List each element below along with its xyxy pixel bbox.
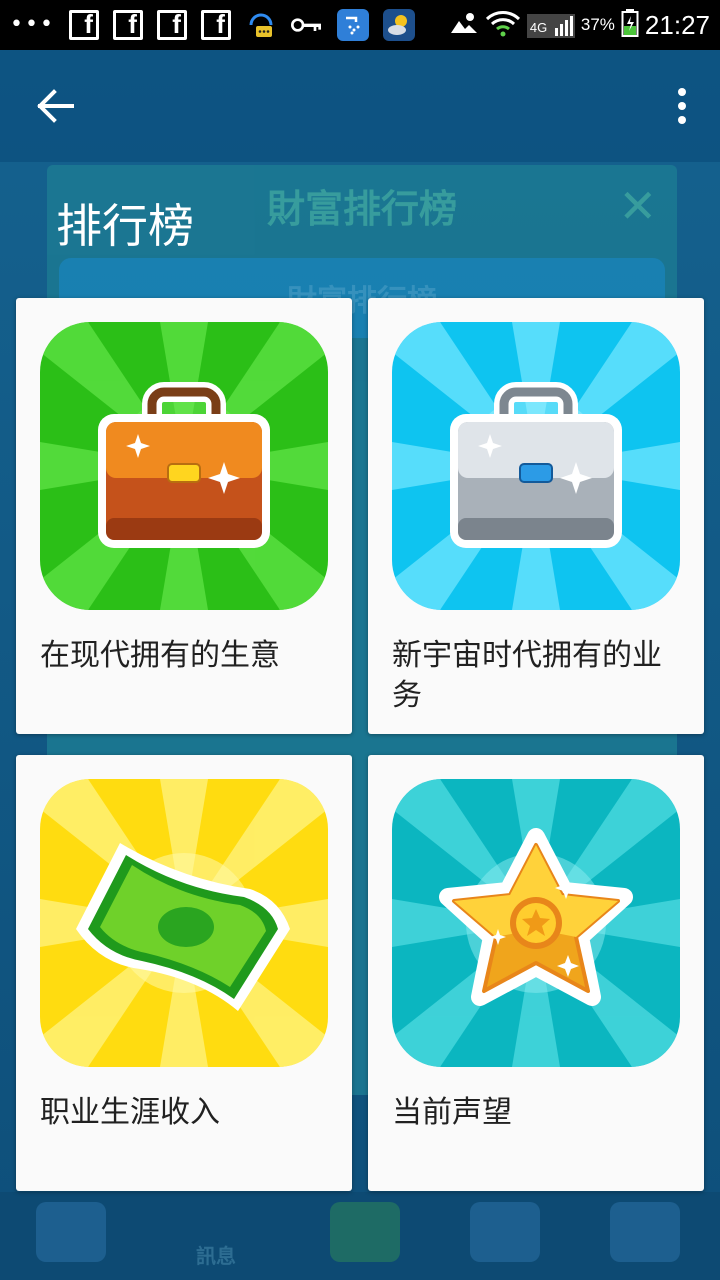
background-mail-icon <box>36 1202 106 1262</box>
battery-charging-icon <box>621 8 639 42</box>
more-vertical-icon <box>678 88 686 124</box>
card-label: 职业生涯收入 <box>40 1095 220 1130</box>
card-label: 在现代拥有的生意 <box>40 638 280 673</box>
background-handshake-icon <box>610 1202 680 1262</box>
leaderboard-card-modern-business[interactable]: 在现代拥有的生意 <box>16 298 352 734</box>
gold-star-icon <box>392 779 680 1067</box>
arrow-left-icon <box>37 89 74 123</box>
overflow-menu-button[interactable] <box>662 78 702 134</box>
facebook-notification-icon: f <box>68 10 99 40</box>
orange-briefcase-icon <box>40 322 328 610</box>
weather-icon <box>382 9 415 41</box>
wifi-icon <box>485 9 521 41</box>
background-close-icon: ✕ <box>618 179 657 233</box>
signal-icon: 4G <box>526 10 575 40</box>
background-arrow-icon <box>330 1202 400 1262</box>
shower-app-icon <box>336 9 369 41</box>
facebook-notification-icon: f <box>112 10 143 40</box>
card-label: 当前声望 <box>392 1095 512 1130</box>
page-title: 排行榜 <box>56 199 194 253</box>
back-button[interactable] <box>24 78 88 134</box>
chat-headset-icon <box>245 9 277 41</box>
status-left: ••• f f f f <box>10 0 415 50</box>
background-nav-label: 訊息 <box>196 1244 236 1268</box>
facebook-notification-icon: f <box>200 10 231 40</box>
key-icon <box>290 9 323 41</box>
photo-notification-icon <box>449 11 479 39</box>
leaderboard-card-current-reputation[interactable]: 当前声望 <box>368 755 704 1191</box>
network-type: 4G <box>529 20 548 35</box>
card-label: 新宇宙时代拥有的业务 <box>392 638 662 713</box>
overflow-dots: ••• <box>10 12 55 37</box>
battery-percent: 37% <box>580 15 615 34</box>
leaderboard-card-career-income[interactable]: 职业生涯收入 <box>16 755 352 1191</box>
toolbar <box>0 50 720 162</box>
money-bill-icon <box>40 779 328 1067</box>
clock: 21:27 <box>644 9 710 40</box>
status-bar: ••• f f f f 4G 37% 21:27 <box>0 0 720 50</box>
silver-briefcase-icon <box>392 322 680 610</box>
background-lightning-icon <box>470 1202 540 1262</box>
leaderboard-card-new-universe-business[interactable]: 新宇宙时代拥有的业务 <box>368 298 704 734</box>
facebook-notification-icon: f <box>156 10 187 40</box>
status-right: 4G 37% 21:27 <box>449 0 710 50</box>
